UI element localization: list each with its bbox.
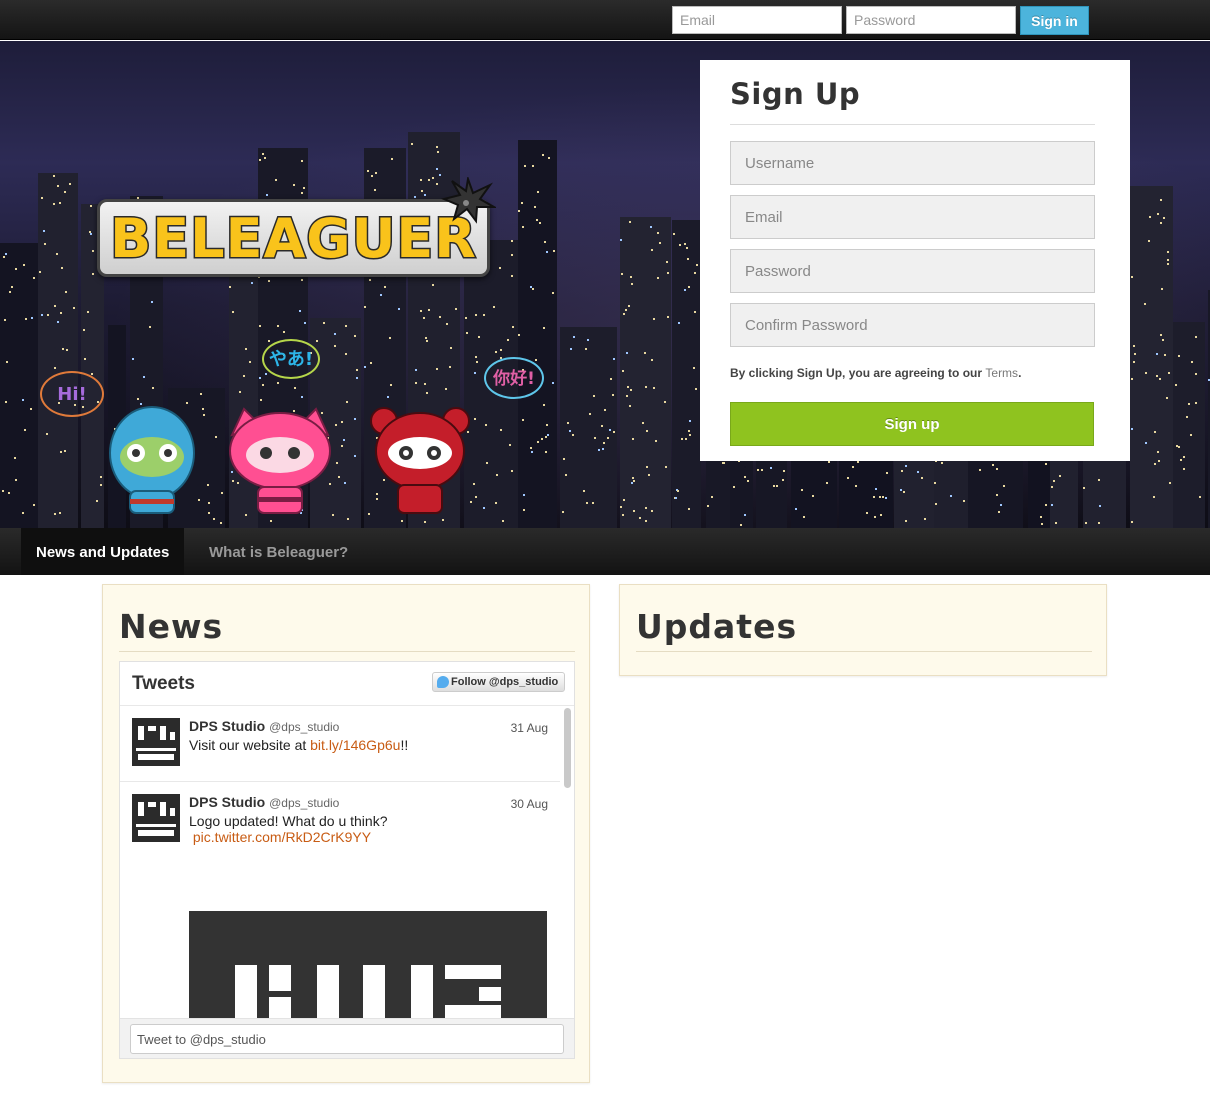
terms-prefix: By clicking Sign Up, you are agreeing to…	[730, 366, 986, 380]
tweet-author-handle[interactable]: @dps_studio	[269, 720, 339, 734]
signin-button[interactable]: Sign in	[1020, 6, 1089, 35]
tweets-scrollbar[interactable]	[562, 708, 572, 1022]
confirm-password-input[interactable]	[730, 303, 1095, 347]
tweet-compose-input[interactable]: Tweet to @dps_studio	[130, 1024, 564, 1054]
tweet-date[interactable]: 30 Aug	[511, 797, 548, 811]
news-title: News	[119, 607, 224, 646]
skyline-building	[1130, 186, 1173, 528]
username-input[interactable]	[730, 141, 1095, 185]
tweet-link[interactable]: bit.ly/146Gp6u	[310, 737, 400, 753]
tweet-author[interactable]: DPS Studio @dps_studio	[189, 718, 339, 734]
tweet-author[interactable]: DPS Studio @dps_studio	[189, 794, 339, 810]
skyline-building	[672, 220, 701, 528]
skyline-building	[620, 217, 671, 528]
tweet-text-suffix: !!	[400, 737, 409, 753]
tweet-author-name[interactable]: DPS Studio	[189, 794, 265, 810]
tweet-text-body: Visit our website at	[189, 737, 311, 753]
tweet-author-handle[interactable]: @dps_studio	[269, 796, 339, 810]
beleaguer-logo: BELEAGUER	[97, 199, 490, 277]
tweet-text: Logo updated! What do u think? pic.twitt…	[189, 813, 549, 845]
dps-studio-avatar[interactable]	[132, 794, 180, 842]
terms-notice: By clicking Sign Up, you are agreeing to…	[730, 366, 1021, 380]
skyline-building	[0, 243, 38, 528]
tab-what-is-beleaguer[interactable]: What is Beleaguer?	[194, 528, 363, 575]
signup-panel: Sign Up By clicking Sign Up, you are agr…	[700, 60, 1130, 461]
skyline-building	[560, 327, 617, 528]
signin-password-input[interactable]	[846, 6, 1016, 34]
updates-divider	[636, 651, 1092, 652]
blue-ninja-character	[109, 406, 195, 514]
tweet-text-body: Logo updated! What do u think?	[189, 813, 388, 829]
skyline-building	[38, 173, 78, 528]
updates-panel: Updates	[619, 584, 1107, 676]
twitter-bird-icon	[437, 676, 449, 688]
signup-password-input[interactable]	[730, 249, 1095, 293]
news-panel: News Tweets Follow @dps_studio DPS Studi…	[102, 584, 590, 1083]
tweet-text: Visit our website at bit.ly/146Gp6u!!	[189, 737, 549, 753]
tab-news-and-updates[interactable]: News and Updates	[21, 528, 185, 575]
tweet-compose-bar: Tweet to @dps_studio	[120, 1018, 574, 1058]
dps-studio-avatar[interactable]	[132, 718, 180, 766]
signup-button[interactable]: Sign up	[730, 402, 1094, 446]
twitter-widget-title: Tweets	[132, 673, 196, 694]
news-divider	[119, 651, 575, 652]
tweet-date[interactable]: 31 Aug	[511, 721, 548, 735]
tweet-media-image[interactable]	[189, 911, 547, 1019]
twitter-widget: Tweets Follow @dps_studio DPS Studio @dp…	[119, 661, 575, 1059]
terms-suffix: .	[1018, 366, 1022, 380]
signup-divider	[730, 124, 1095, 125]
shuriken-icon	[440, 177, 496, 224]
top-bar: Sign in	[0, 0, 1210, 40]
logo-text: BELEAGUER	[109, 206, 478, 272]
tweet-author-name[interactable]: DPS Studio	[189, 718, 265, 734]
follow-button[interactable]: Follow @dps_studio	[432, 672, 565, 692]
signup-email-input[interactable]	[730, 195, 1095, 239]
terms-link[interactable]: Terms	[985, 366, 1018, 380]
skyline-building	[518, 140, 557, 528]
skyline-building	[1173, 322, 1205, 528]
signin-email-input[interactable]	[672, 6, 842, 34]
pink-cat-ninja-character	[229, 407, 331, 514]
tweet-link[interactable]: pic.twitter.com/RkD2CrK9YY	[193, 829, 371, 845]
section-nav: News and Updates What is Beleaguer?	[0, 528, 1210, 575]
tweets-scrollbar-thumb[interactable]	[564, 708, 571, 788]
updates-title: Updates	[636, 607, 798, 646]
red-panda-ninja-character	[370, 407, 470, 514]
tweet-item[interactable]: DPS Studio @dps_studio 31 Aug Visit our …	[120, 706, 560, 782]
twitter-widget-header: Tweets Follow @dps_studio	[120, 662, 574, 706]
signup-title: Sign Up	[730, 77, 861, 111]
follow-label: Follow @dps_studio	[451, 676, 559, 688]
